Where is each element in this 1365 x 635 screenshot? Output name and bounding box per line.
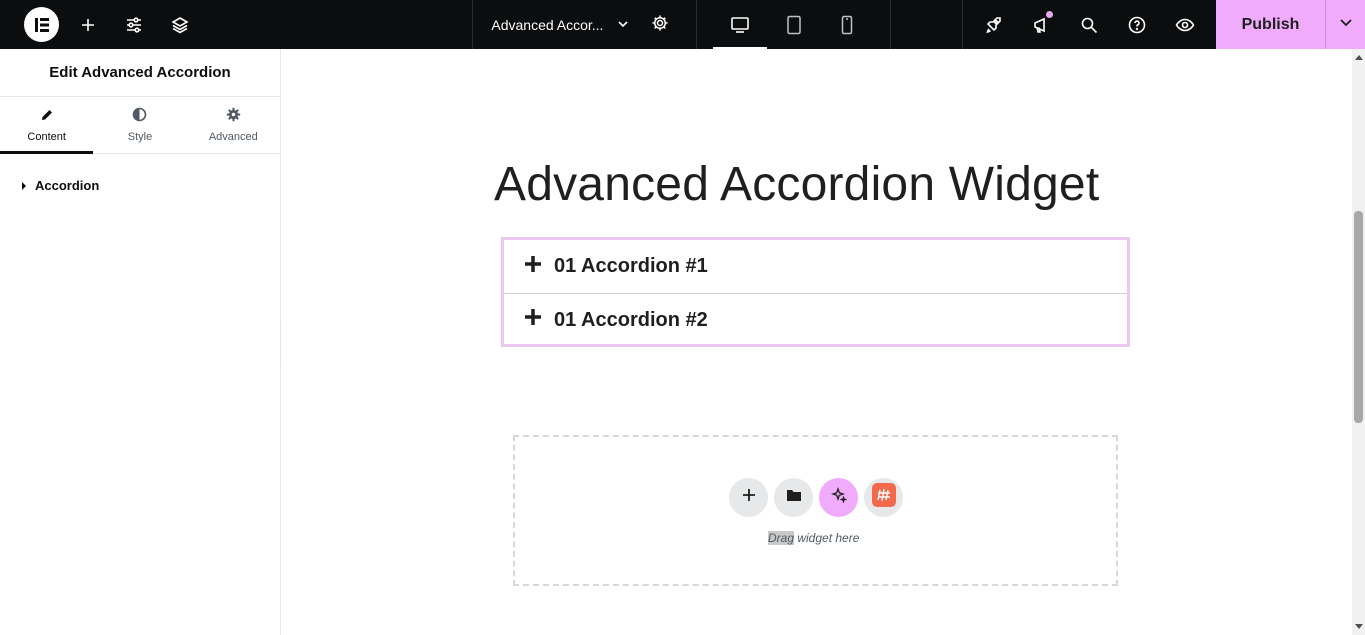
dropzone-hint: Drag widget here: [768, 531, 859, 545]
folder-icon: [786, 488, 802, 507]
empty-section-dropzone[interactable]: Drag widget here: [513, 435, 1118, 586]
document-title[interactable]: Advanced Accor...: [491, 17, 603, 33]
sliders-icon[interactable]: [111, 0, 157, 49]
eye-icon[interactable]: [1161, 0, 1209, 49]
preview-canvas: Advanced Accordion Widget 01 Accordion #…: [282, 49, 1352, 635]
scroll-down-arrow-icon[interactable]: [1355, 624, 1363, 629]
editor-topbar: Advanced Accor... Publish: [0, 0, 1365, 49]
scrollbar-thumb[interactable]: [1354, 211, 1363, 423]
dropzone-hint-text: widget here: [794, 531, 860, 545]
gear-icon[interactable]: [651, 14, 669, 35]
topbar-left-group: [0, 0, 474, 49]
section-accordion[interactable]: Accordion: [0, 154, 280, 193]
megaphone-icon[interactable]: [1017, 0, 1065, 49]
tablet-icon[interactable]: [767, 0, 821, 49]
accordion-item[interactable]: 01 Accordion #2: [504, 293, 1127, 346]
page-heading[interactable]: Advanced Accordion Widget: [494, 157, 1099, 212]
panel-title: Edit Advanced Accordion: [0, 49, 280, 97]
addon-library-button[interactable]: [864, 478, 903, 517]
elementor-logo-icon[interactable]: [24, 7, 59, 42]
publish-options-button[interactable]: [1326, 0, 1365, 49]
plus-icon: [524, 255, 542, 279]
gear-icon: [226, 107, 241, 125]
plus-icon[interactable]: [65, 0, 111, 49]
sparkles-icon: [830, 487, 848, 508]
tab-label: Advanced: [208, 131, 258, 143]
search-icon[interactable]: [1065, 0, 1113, 49]
publish-button[interactable]: Publish: [1216, 0, 1326, 49]
tab-label: Content: [27, 130, 66, 143]
scroll-up-arrow-icon[interactable]: [1355, 55, 1363, 60]
tab-label: Style: [127, 131, 153, 143]
editor-panel: Edit Advanced Accordion Content Style Ad…: [0, 49, 281, 635]
topbar-right-group: Publish: [963, 0, 1365, 49]
panel-tabs: Content Style Advanced: [0, 97, 280, 154]
accordion-item[interactable]: 01 Accordion #1: [504, 240, 1127, 293]
caret-right-icon: [22, 181, 26, 190]
pencil-icon: [40, 108, 54, 125]
mobile-icon[interactable]: [820, 0, 874, 49]
section-label: Accordion: [35, 178, 100, 193]
chevron-down-icon: [1339, 15, 1353, 34]
plus-icon: [742, 488, 756, 507]
dropzone-hint-highlight: Drag: [768, 531, 795, 545]
add-template-button[interactable]: [774, 478, 813, 517]
plus-icon: [524, 308, 542, 332]
chevron-down-icon[interactable]: [617, 17, 629, 33]
accordion-item-title: 01 Accordion #1: [554, 255, 708, 277]
notification-dot: [1046, 11, 1053, 18]
document-selector[interactable]: Advanced Accor...: [473, 0, 698, 49]
tab-style[interactable]: Style: [93, 97, 186, 153]
accordion-item-title: 01 Accordion #2: [554, 308, 708, 331]
device-switcher: [697, 0, 892, 49]
dropzone-actions: [729, 478, 903, 517]
tab-content[interactable]: Content: [0, 97, 94, 154]
help-icon[interactable]: [1113, 0, 1161, 49]
tab-advanced[interactable]: Advanced: [187, 97, 280, 153]
layers-icon[interactable]: [157, 0, 203, 49]
rocket-icon[interactable]: [969, 0, 1017, 49]
topbar-spacer: [891, 0, 963, 49]
advanced-accordion-widget[interactable]: 01 Accordion #1 01 Accordion #2: [501, 237, 1130, 347]
add-section-button[interactable]: [729, 478, 768, 517]
ai-generate-button[interactable]: [819, 478, 858, 517]
desktop-icon[interactable]: [713, 0, 767, 49]
canvas-scrollbar[interactable]: [1352, 49, 1365, 635]
addon-logo-icon: [871, 482, 897, 513]
half-circle-icon: [132, 107, 147, 125]
